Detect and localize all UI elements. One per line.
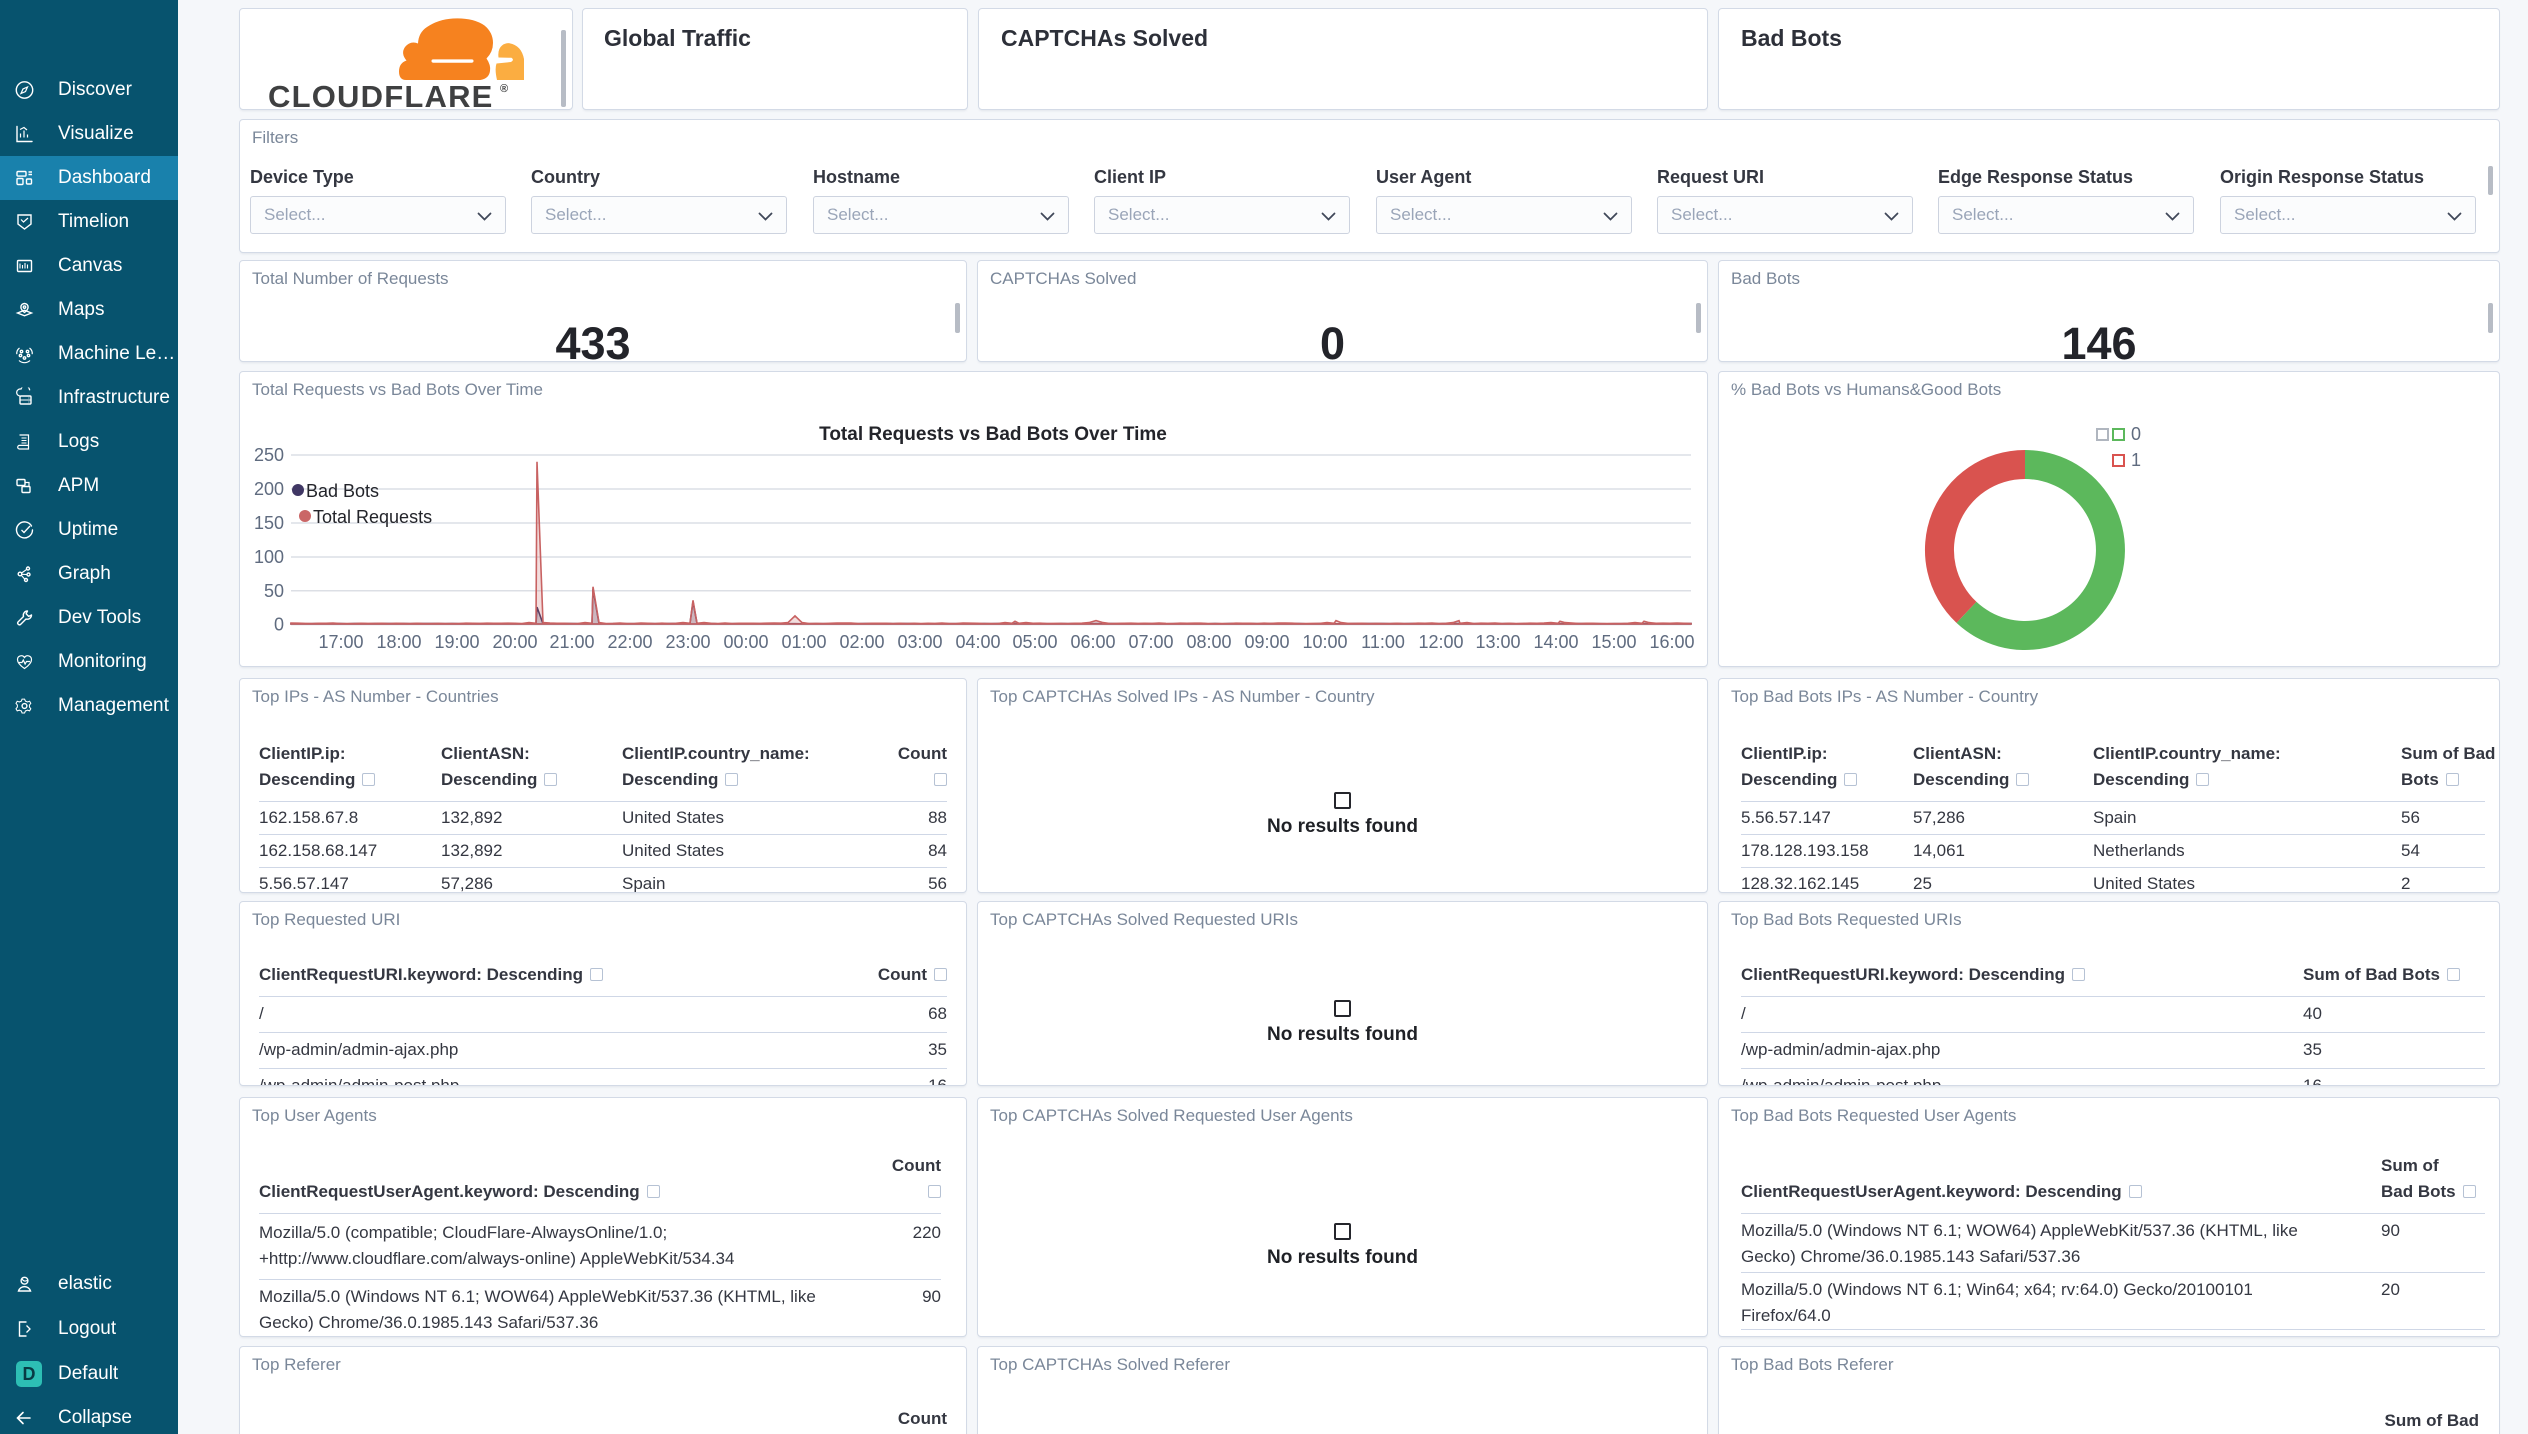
svg-text:09:00: 09:00 <box>1244 632 1289 652</box>
svg-text:0: 0 <box>274 615 284 635</box>
svg-text:Total Requests vs Bad Bots Ove: Total Requests vs Bad Bots Over Time <box>819 424 1167 445</box>
svg-text:23:00: 23:00 <box>665 632 710 652</box>
svg-text:19:00: 19:00 <box>434 632 479 652</box>
svg-text:13:00: 13:00 <box>1475 632 1520 652</box>
svg-text:20:00: 20:00 <box>492 632 537 652</box>
svg-text:1: 1 <box>2131 450 2141 470</box>
svg-text:150: 150 <box>254 513 284 533</box>
svg-text:07:00: 07:00 <box>1128 632 1173 652</box>
svg-text:00:00: 00:00 <box>723 632 768 652</box>
svg-text:0: 0 <box>2131 424 2141 444</box>
svg-text:200: 200 <box>254 479 284 499</box>
svg-text:21:00: 21:00 <box>549 632 594 652</box>
svg-text:18:00: 18:00 <box>376 632 421 652</box>
svg-text:15:00: 15:00 <box>1591 632 1636 652</box>
svg-text:05:00: 05:00 <box>1012 632 1057 652</box>
svg-text:14:00: 14:00 <box>1533 632 1578 652</box>
svg-text:Total Requests: Total Requests <box>313 507 432 527</box>
svg-text:02:00: 02:00 <box>839 632 884 652</box>
svg-text:03:00: 03:00 <box>897 632 942 652</box>
svg-text:11:00: 11:00 <box>1361 632 1405 652</box>
svg-text:100: 100 <box>254 547 284 567</box>
svg-text:22:00: 22:00 <box>607 632 652 652</box>
svg-text:06:00: 06:00 <box>1070 632 1115 652</box>
svg-text:12:00: 12:00 <box>1418 632 1463 652</box>
svg-text:250: 250 <box>254 445 284 465</box>
svg-text:Bad Bots: Bad Bots <box>306 481 379 501</box>
svg-text:04:00: 04:00 <box>955 632 1000 652</box>
svg-text:50: 50 <box>264 581 284 601</box>
svg-text:01:00: 01:00 <box>781 632 826 652</box>
svg-text:16:00: 16:00 <box>1649 632 1694 652</box>
svg-text:08:00: 08:00 <box>1186 632 1231 652</box>
svg-text:17:00: 17:00 <box>318 632 363 652</box>
svg-text:10:00: 10:00 <box>1302 632 1347 652</box>
